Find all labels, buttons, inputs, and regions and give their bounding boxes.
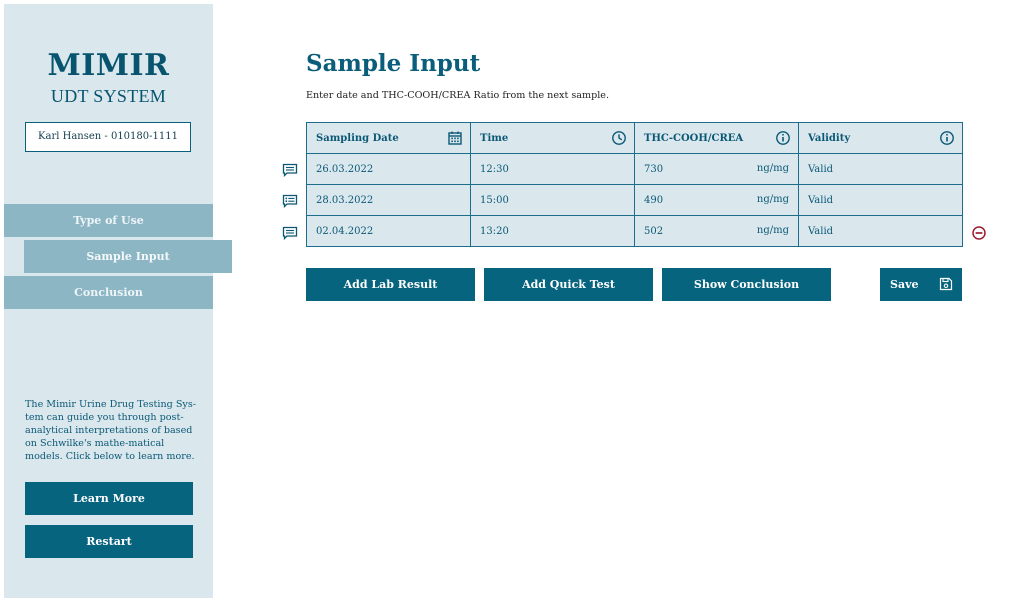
info-icon[interactable] xyxy=(939,130,955,146)
cell-ratio[interactable]: 490 ng/mg xyxy=(634,184,799,216)
comment-icon[interactable] xyxy=(282,226,298,240)
header-time: Time xyxy=(470,122,635,154)
header-sampling-date: Sampling Date xyxy=(306,122,471,154)
page-subtitle: Enter date and THC-COOH/CREA Ratio from … xyxy=(306,90,610,101)
table-header-row: Sampling Date Time THC-COOH/CREA Validit… xyxy=(306,122,963,154)
header-label: THC-COOH/CREA xyxy=(644,132,744,144)
cell-ratio[interactable]: 730 ng/mg xyxy=(634,153,799,185)
patient-field[interactable]: Karl Hansen - 010180-1111 xyxy=(25,122,191,152)
cell-date[interactable]: 28.03.2022 xyxy=(306,184,471,216)
calendar-icon[interactable] xyxy=(447,130,463,146)
ratio-value: 502 xyxy=(644,225,664,237)
nav-type-of-use[interactable]: Type of Use xyxy=(4,204,213,237)
header-ratio: THC-COOH/CREA xyxy=(634,122,799,154)
cell-validity: Valid xyxy=(798,184,963,216)
ratio-unit: ng/mg xyxy=(756,163,789,174)
clock-icon[interactable] xyxy=(611,130,627,146)
header-label: Sampling Date xyxy=(316,132,399,144)
add-lab-result-button[interactable]: Add Lab Result xyxy=(306,268,475,301)
brand-title: MIMIR xyxy=(47,48,170,83)
ratio-unit: ng/mg xyxy=(756,194,789,205)
cell-ratio[interactable]: 502 ng/mg xyxy=(634,215,799,247)
ratio-value: 730 xyxy=(644,163,664,175)
nav-sample-input[interactable]: Sample Input xyxy=(24,240,232,273)
brand-subtitle: UDT SYSTEM xyxy=(50,86,167,106)
cell-validity: Valid xyxy=(798,153,963,185)
comment-icon[interactable] xyxy=(282,163,298,177)
cell-time[interactable]: 15:00 xyxy=(470,184,635,216)
table-row[interactable]: 28.03.2022 15:00 490 ng/mg Valid xyxy=(306,184,963,216)
save-button[interactable]: Save xyxy=(880,268,962,301)
cell-validity: Valid xyxy=(798,215,963,247)
ratio-value: 490 xyxy=(644,194,664,206)
add-quick-test-button[interactable]: Add Quick Test xyxy=(484,268,653,301)
learn-more-button[interactable]: Learn More xyxy=(25,482,193,515)
table-row[interactable]: 26.03.2022 12:30 730 ng/mg Valid xyxy=(306,153,963,185)
show-conclusion-button[interactable]: Show Conclusion xyxy=(662,268,831,301)
header-label: Validity xyxy=(808,132,851,144)
info-text: The Mimir Urine Drug Testing Sys-tem can… xyxy=(25,399,196,462)
header-validity: Validity xyxy=(798,122,963,154)
remove-row-icon[interactable] xyxy=(971,225,987,241)
info-icon[interactable] xyxy=(775,130,791,146)
restart-button[interactable]: Restart xyxy=(25,525,193,558)
comment-list-icon[interactable] xyxy=(282,194,298,208)
table-row[interactable]: 02.04.2022 13:20 502 ng/mg Valid xyxy=(306,215,963,247)
page-title: Sample Input xyxy=(306,50,481,77)
save-label: Save xyxy=(890,278,919,291)
cell-date[interactable]: 02.04.2022 xyxy=(306,215,471,247)
cell-time[interactable]: 13:20 xyxy=(470,215,635,247)
save-icon xyxy=(939,277,953,291)
ratio-unit: ng/mg xyxy=(756,225,789,236)
header-label: Time xyxy=(480,132,509,144)
sidebar: MIMIR UDT SYSTEM Karl Hansen - 010180-11… xyxy=(4,4,232,598)
samples-table: Sampling Date Time THC-COOH/CREA Validit… xyxy=(306,122,963,247)
nav-conclusion[interactable]: Conclusion xyxy=(4,276,213,309)
cell-time[interactable]: 12:30 xyxy=(470,153,635,185)
cell-date[interactable]: 26.03.2022 xyxy=(306,153,471,185)
